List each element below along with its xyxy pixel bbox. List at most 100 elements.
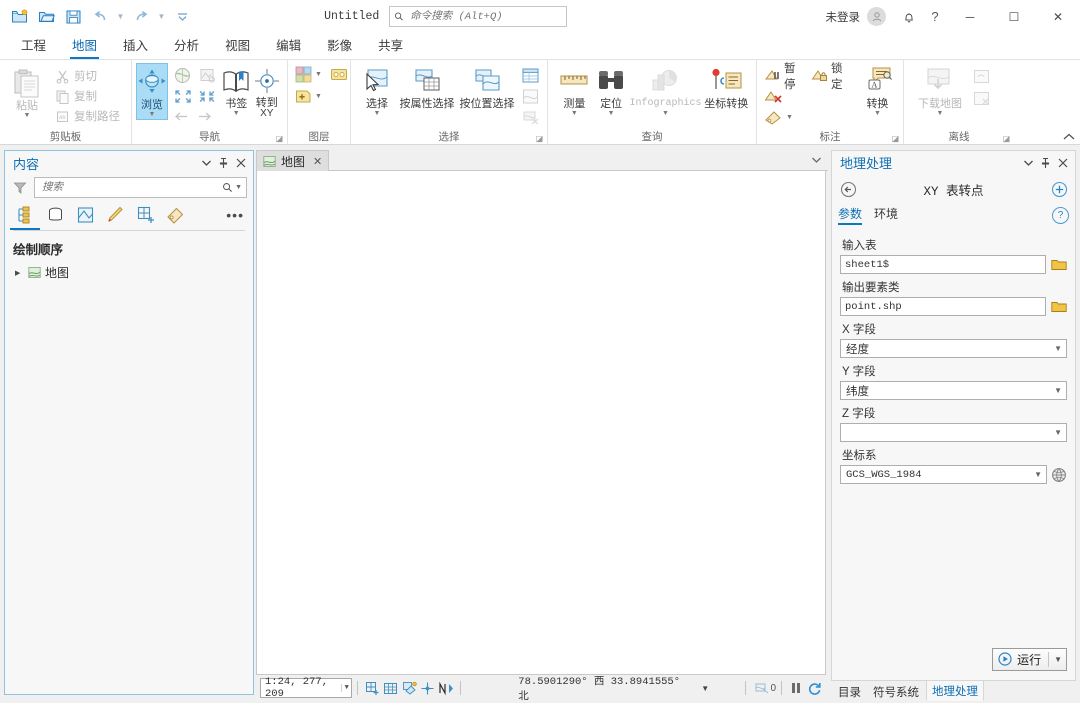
view-tab-map[interactable]: 地图 ✕ — [256, 150, 329, 171]
contents-more-icon[interactable]: ••• — [226, 210, 244, 220]
ribbon-tab-analysis[interactable]: 分析 — [161, 34, 212, 59]
locate-dropdown-icon[interactable]: ▼ — [608, 110, 615, 118]
minimize-button[interactable]: ─ — [948, 0, 992, 33]
paste-dropdown-icon[interactable]: ▼ — [24, 112, 31, 120]
avatar[interactable] — [867, 7, 886, 26]
view-tab-close-icon[interactable]: ✕ — [313, 155, 322, 168]
clear-labeling-icon[interactable] — [764, 89, 783, 105]
collapse-ribbon-icon[interactable] — [1062, 132, 1076, 142]
contents-item-map[interactable]: ▶ 地图 — [5, 263, 253, 282]
editing-tab[interactable] — [103, 204, 127, 226]
lock-labeling-button[interactable]: 锁定 — [811, 66, 852, 86]
grid-icon[interactable] — [381, 678, 400, 698]
download-map-dropdown-icon[interactable]: ▼ — [937, 110, 944, 118]
help-icon[interactable]: ? — [922, 4, 948, 30]
tab-parameters[interactable]: 参数 — [838, 205, 862, 225]
bookmark-navigate-icon[interactable] — [196, 64, 218, 86]
next-extent-icon[interactable] — [196, 110, 213, 123]
infographics-dropdown-icon[interactable]: ▼ — [662, 110, 669, 118]
run-button[interactable]: 运行 ▼ — [992, 648, 1067, 671]
add-data-icon[interactable] — [294, 87, 313, 106]
explore-button[interactable]: 浏览 ▼ — [136, 63, 168, 120]
manage-replica-icon[interactable] — [972, 87, 991, 109]
contents-search-input[interactable] — [40, 181, 222, 195]
measure-button[interactable]: 测量 ▼ — [556, 63, 593, 118]
add-data-dropdown-icon[interactable]: ▼ — [315, 93, 322, 100]
ribbon-tab-share[interactable]: 共享 — [365, 34, 416, 59]
tab-environments[interactable]: 环境 — [874, 205, 898, 225]
grid-snap-icon[interactable] — [363, 678, 382, 698]
contents-pin-icon[interactable] — [215, 155, 232, 172]
select-dropdown-icon[interactable]: ▼ — [374, 110, 381, 118]
zoom-to-selection-icon[interactable] — [521, 86, 540, 107]
scale-dropdown-icon[interactable]: ▼ — [341, 684, 349, 692]
expand-arrow-icon[interactable]: ▶ — [15, 269, 24, 277]
search-icon[interactable] — [222, 182, 233, 193]
labeling-tab[interactable] — [163, 204, 187, 226]
geoprocessing-pin-icon[interactable] — [1037, 154, 1054, 171]
locate-button[interactable]: 定位 ▼ — [593, 63, 630, 118]
coordinate-system-combo[interactable]: GCS_WGS_1984 ▼ — [840, 465, 1047, 484]
geoprocessing-menu-icon[interactable] — [1020, 154, 1037, 171]
copy-path-button[interactable]: Ab 复制路径 — [53, 106, 120, 126]
download-map-button[interactable]: 下载地图 ▼ — [912, 63, 968, 118]
geoprocessing-close-icon[interactable] — [1054, 154, 1071, 171]
ribbon-tab-view[interactable]: 视图 — [212, 34, 263, 59]
snapping-tab[interactable] — [133, 204, 157, 226]
pause-labeling-button[interactable]: 暂停 — [764, 66, 805, 86]
refresh-icon[interactable] — [806, 678, 825, 698]
fixed-zoom-in-icon[interactable] — [171, 87, 194, 106]
ribbon-tab-edit[interactable]: 编辑 — [263, 34, 314, 59]
chevron-down-icon[interactable]: ▼ — [1054, 428, 1064, 437]
run-dropdown-icon[interactable]: ▼ — [1048, 652, 1062, 667]
view-tab-menu-icon[interactable] — [811, 156, 822, 164]
navigate-dialog-launcher-icon[interactable]: ◪ — [275, 134, 284, 143]
contents-search-dropdown-icon[interactable]: ▼ — [233, 184, 244, 191]
dock-tab-symbology[interactable]: 符号系统 — [868, 683, 924, 701]
help-icon[interactable]: ? — [1052, 207, 1069, 224]
filter-icon[interactable] — [11, 179, 29, 197]
dock-tab-geoprocessing[interactable]: 地理处理 — [926, 680, 984, 701]
undo-dropdown-icon[interactable]: ▼ — [114, 4, 127, 29]
ribbon-tab-insert[interactable]: 插入 — [110, 34, 161, 59]
save-project-icon[interactable] — [60, 4, 86, 29]
input-table-browse-icon[interactable] — [1050, 256, 1067, 273]
add-tool-button[interactable] — [1049, 179, 1069, 199]
label-icon[interactable] — [764, 110, 783, 126]
convert-labels-button[interactable]: A 转换 ▼ — [857, 63, 898, 118]
ribbon-tab-imagery[interactable]: 影像 — [314, 34, 365, 59]
select-by-attributes-button[interactable]: 按属性选择 — [397, 63, 457, 110]
select-by-location-button[interactable]: 按位置选择 — [457, 63, 517, 110]
chevron-down-icon[interactable]: ▼ — [1054, 344, 1064, 353]
previous-extent-icon[interactable] — [173, 110, 190, 123]
bookmarks-button[interactable]: 书签 ▼ — [221, 63, 252, 118]
copy-button[interactable]: 复制 — [53, 86, 120, 106]
dock-tab-catalog[interactable]: 目录 — [833, 683, 866, 701]
output-feature-class-browse-icon[interactable] — [1050, 298, 1067, 315]
basemap-dropdown-icon[interactable]: ▼ — [315, 71, 322, 78]
explore-dropdown-icon[interactable]: ▼ — [149, 111, 156, 119]
attribute-table-icon[interactable] — [521, 65, 540, 86]
add-preset-icon[interactable] — [330, 67, 348, 82]
input-table-field[interactable]: sheet1$ — [840, 255, 1046, 274]
ribbon-tab-project[interactable]: 工程 — [8, 34, 59, 59]
back-button[interactable] — [838, 179, 858, 199]
z-field-combo[interactable]: ▼ — [840, 423, 1067, 442]
selection-tab[interactable] — [73, 204, 97, 226]
notifications-icon[interactable] — [896, 4, 922, 30]
selection-dialog-launcher-icon[interactable]: ◪ — [535, 134, 544, 143]
clear-selection-icon[interactable] — [521, 107, 540, 128]
chevron-down-icon[interactable]: ▼ — [1054, 386, 1064, 395]
sync-icon[interactable] — [972, 65, 991, 87]
close-button[interactable]: ✕ — [1036, 0, 1080, 33]
bookmarks-dropdown-icon[interactable]: ▼ — [233, 110, 240, 118]
command-search-box[interactable] — [389, 6, 567, 27]
north-arrow-icon[interactable] — [437, 678, 456, 698]
convert-coordinates-button[interactable]: 坐标转换 — [701, 63, 751, 110]
command-search-input[interactable] — [408, 10, 562, 24]
coordinate-units-dropdown-icon[interactable]: ▼ — [701, 684, 709, 693]
contents-close-icon[interactable] — [232, 155, 249, 172]
data-source-tab[interactable] — [43, 204, 67, 226]
open-project-icon[interactable] — [33, 4, 59, 29]
output-feature-class-field[interactable]: point.shp — [840, 297, 1046, 316]
